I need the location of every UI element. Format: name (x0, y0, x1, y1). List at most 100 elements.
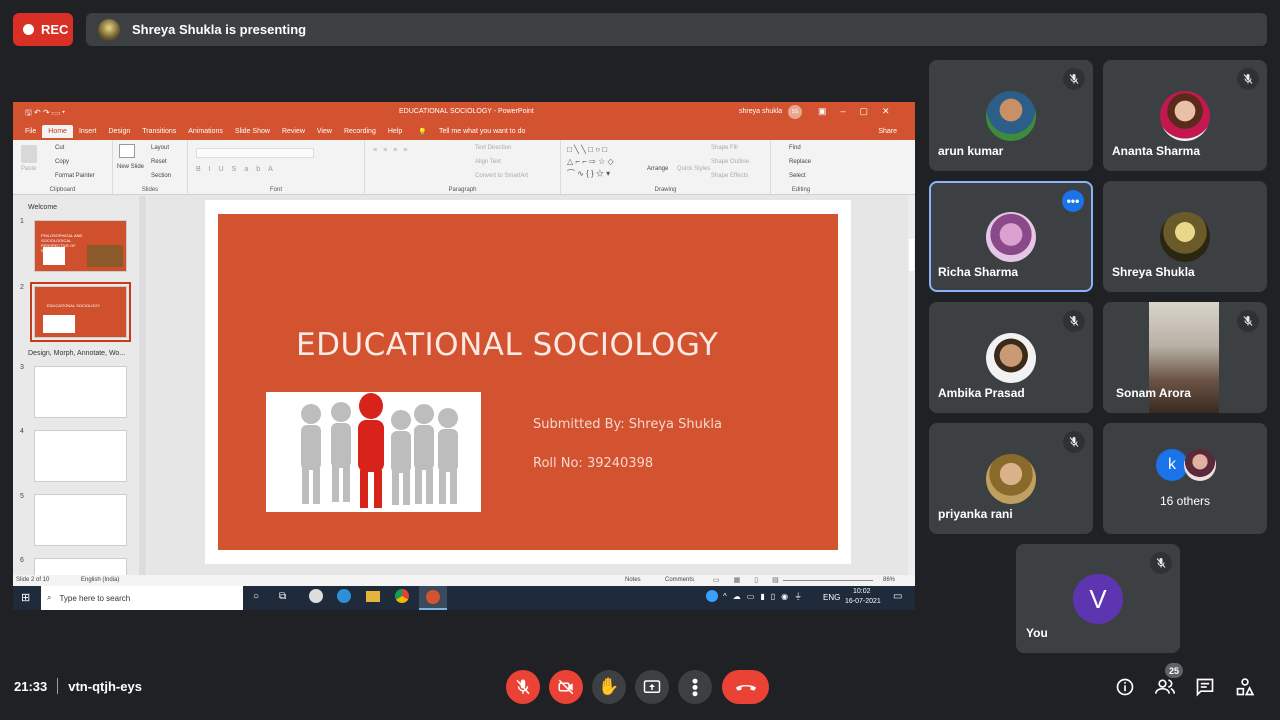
others-count: 16 others (1159, 494, 1211, 508)
share-button[interactable]: Share (872, 125, 903, 138)
more-options-icon[interactable]: ••• (1062, 190, 1084, 212)
shape-outline-button[interactable]: Shape Outline (711, 159, 749, 165)
tab-animations[interactable]: Animations (182, 125, 229, 138)
raise-hand-button[interactable]: ✋ (592, 670, 626, 704)
tab-recording[interactable]: Recording (338, 125, 382, 138)
slide-thumbnail-4[interactable] (34, 430, 127, 482)
font-format-icons[interactable]: BIUSabA (196, 166, 346, 174)
convert-smartart-button[interactable]: Convert to SmartArt (475, 173, 528, 179)
section-design[interactable]: Design, Morph, Annotate, Wo... (28, 350, 125, 357)
canvas-scrollbar[interactable] (908, 196, 915, 576)
mic-toggle-button[interactable] (506, 670, 540, 704)
slide-thumbnail-2[interactable]: EDUCATIONAL SOCIOLOGY (30, 282, 131, 342)
edge-icon[interactable] (337, 589, 351, 603)
input-language[interactable]: ENG (823, 593, 840, 602)
select-button[interactable]: Select (789, 173, 806, 179)
text-direction-button[interactable]: Text Direction (475, 145, 511, 151)
chat-button[interactable] (1192, 674, 1218, 700)
slide-thumbnail-5[interactable] (34, 494, 127, 546)
participant-tile[interactable]: Ananta Sharma (1103, 60, 1267, 171)
leave-call-button[interactable] (722, 670, 769, 704)
recording-indicator[interactable]: REC (13, 13, 73, 46)
participant-tile[interactable]: priyanka rani (929, 423, 1093, 534)
scroll-thumb[interactable] (909, 239, 914, 271)
reset-button[interactable]: Reset (151, 159, 167, 165)
presenting-banner: Shreya Shukla is presenting (86, 13, 1267, 46)
shape-fill-button[interactable]: Shape Fill (711, 145, 738, 151)
participant-name: Ambika Prasad (938, 386, 1025, 400)
notes-button[interactable]: Notes (625, 577, 641, 583)
tab-home[interactable]: Home (42, 125, 73, 138)
self-tile[interactable]: V You (1016, 544, 1180, 653)
app-icon[interactable] (309, 589, 323, 603)
view-buttons[interactable]: ▭▦▯▤ (713, 576, 793, 584)
more-options-button[interactable]: ••• (678, 670, 712, 704)
tab-review[interactable]: Review (276, 125, 311, 138)
others-tile[interactable]: k 16 others (1103, 423, 1267, 534)
taskbar-search-placeholder: Type here to search (59, 593, 131, 603)
slide-thumbnail-6[interactable] (34, 558, 127, 576)
task-view-icon[interactable]: ⧉ (279, 591, 286, 602)
shapes-gallery[interactable]: □ ╲ ╲ □ ○ □ △ ⌐ ⌐ ⇨ ☆ ◇ ⌒ ∿ { } ☆ ▾ (567, 144, 637, 180)
participant-tile[interactable]: Sonam Arora (1103, 302, 1267, 413)
chrome-icon[interactable] (395, 589, 409, 603)
find-button[interactable]: Find (789, 145, 801, 151)
powerpoint-taskbar-item[interactable] (419, 586, 447, 610)
participant-name: Sonam Arora (1116, 386, 1191, 400)
font-name-box[interactable] (196, 148, 314, 158)
tab-slideshow[interactable]: Slide Show (229, 125, 276, 138)
camera-toggle-button[interactable] (549, 670, 583, 704)
thumbnails-scrollbar[interactable] (139, 196, 146, 576)
clock-time[interactable]: 10:02 (853, 588, 871, 595)
cut-button[interactable]: Cut (55, 145, 64, 151)
participant-tile[interactable]: Shreya Shukla (1103, 181, 1267, 292)
quick-access-icons[interactable]: 🖫 ↶ ↷ ▭ ▾ (25, 107, 65, 121)
comments-button[interactable]: Comments (665, 577, 694, 583)
section-button[interactable]: Section (151, 173, 171, 179)
layout-button[interactable]: Layout (151, 145, 169, 151)
format-painter-button[interactable]: Format Painter (55, 173, 95, 179)
section-welcome[interactable]: Welcome (28, 204, 57, 211)
tab-insert[interactable]: Insert (73, 125, 103, 138)
align-text-button[interactable]: Align Text (475, 159, 501, 165)
user-avatar[interactable]: SS (788, 105, 802, 119)
file-explorer-icon[interactable] (366, 591, 380, 602)
meeting-details-button[interactable] (1112, 674, 1138, 700)
new-slide-button[interactable]: New Slide (117, 164, 144, 170)
thumb-number: 6 (20, 557, 24, 564)
slide-thumbnail-3[interactable] (34, 366, 127, 418)
tab-design[interactable]: Design (102, 125, 136, 138)
arrange-button[interactable]: Arrange (647, 166, 668, 172)
windows-start-icon[interactable]: ⊞ (21, 591, 30, 604)
paste-button[interactable]: Paste (21, 166, 36, 172)
help-tray-icon[interactable] (706, 590, 718, 602)
zoom-slider[interactable] (783, 580, 873, 581)
present-screen-button[interactable] (635, 670, 669, 704)
copy-button[interactable]: Copy (55, 159, 69, 165)
participant-tile[interactable]: Ambika Prasad (929, 302, 1093, 413)
notifications-icon[interactable]: ▭ (893, 591, 902, 602)
present-icon (643, 680, 661, 693)
tab-transitions[interactable]: Transitions (136, 125, 182, 138)
list-icons[interactable]: ≡≡≡≡ (373, 147, 413, 154)
replace-button[interactable]: Replace (789, 159, 811, 165)
language-status[interactable]: English (India) (81, 577, 119, 583)
slide-thumbnail-1[interactable]: PHILOSOPHICAL AND SOCIOLOGICAL PERSPECTI… (34, 220, 127, 272)
participant-tile[interactable]: arun kumar (929, 60, 1093, 171)
rec-label: REC (41, 22, 69, 37)
tab-help[interactable]: Help (382, 125, 408, 138)
window-controls[interactable]: ▣–▢✕ (818, 106, 904, 117)
participant-name: Richa Sharma (938, 265, 1019, 279)
participant-tile[interactable]: ••• Richa Sharma (929, 181, 1093, 292)
system-tray-icons[interactable]: ^☁▭▮▯◉⏚ (723, 591, 808, 602)
quick-styles-button[interactable]: Quick Styles (677, 166, 710, 172)
clock-date[interactable]: 16-07-2021 (845, 598, 881, 605)
taskbar-search[interactable]: ⌕ Type here to search (41, 586, 243, 610)
cortana-icon[interactable]: ○ (253, 591, 259, 602)
tab-file[interactable]: File (19, 125, 42, 138)
shape-effects-button[interactable]: Shape Effects (711, 173, 748, 179)
activities-button[interactable] (1232, 674, 1258, 700)
tell-me-box[interactable]: Tell me what you want to do (433, 125, 531, 138)
tab-view[interactable]: View (311, 125, 338, 138)
zoom-level[interactable]: 86% (883, 577, 895, 583)
